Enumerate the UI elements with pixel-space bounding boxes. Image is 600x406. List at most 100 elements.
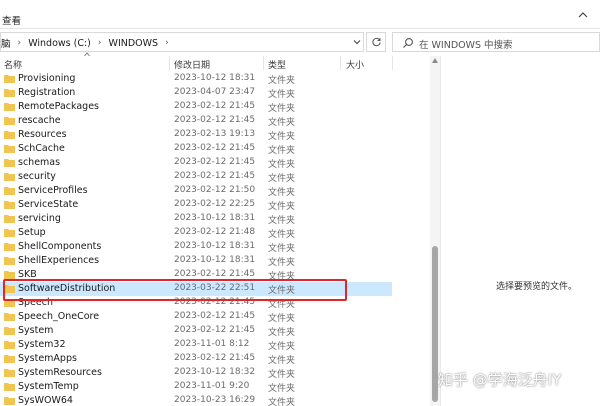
file-row[interactable]: ShellComponents 2023-10-12 18:31 文件夹 [0,240,392,254]
chevron-right-icon[interactable]: › [165,38,169,48]
file-row[interactable]: Provisioning 2023-10-12 18:31 文件夹 [0,72,392,86]
file-modified: 2023-02-12 21:45 [174,101,256,111]
file-type: 文件夹 [268,118,296,128]
file-modified: 2023-02-12 21:45 [174,157,256,167]
file-type: 文件夹 [268,258,296,268]
file-name: Provisioning [18,73,76,84]
file-name: SystemResources [18,367,102,378]
folder-icon [4,117,15,125]
folder-icon [4,89,15,97]
file-name: RemotePackages [18,101,99,112]
file-type: 文件夹 [268,202,296,212]
file-name: System32 [18,339,66,350]
chevron-down-icon[interactable] [351,36,363,48]
file-row[interactable]: SchCache 2023-02-12 21:45 文件夹 [0,142,392,156]
file-modified: 2023-10-23 16:29 [174,395,256,405]
column-divider[interactable] [263,56,264,70]
chevron-right-icon[interactable]: › [98,38,102,48]
chevron-up-icon[interactable] [576,8,590,22]
folder-icon [4,103,15,111]
file-type: 文件夹 [268,104,296,114]
column-name[interactable]: 名称 [4,58,22,71]
folder-icon [4,271,15,279]
file-modified: 2023-10-12 18:31 [174,255,256,265]
file-row[interactable]: System 2023-02-12 21:45 文件夹 [0,324,392,338]
folder-icon [4,201,15,209]
search-input[interactable]: 在 WINDOWS 中搜索 [419,37,513,51]
refresh-icon [372,37,381,47]
file-type: 文件夹 [268,188,296,198]
file-row[interactable]: rescache 2023-02-12 21:45 文件夹 [0,114,392,128]
folder-icon [4,159,15,167]
file-modified: 2023-11-01 9:20 [174,381,250,391]
file-row[interactable]: ServiceProfiles 2023-02-12 21:50 文件夹 [0,184,392,198]
file-modified: 2023-10-12 18:31 [174,241,256,251]
file-row[interactable]: Speech_OneCore 2023-02-12 21:45 文件夹 [0,310,392,324]
file-name: System [18,325,54,336]
file-row[interactable]: SystemResources 2023-10-12 18:32 文件夹 [0,366,392,380]
breadcrumb-this-pc[interactable]: 脑 [1,36,11,50]
file-row[interactable]: ShellExperiences 2023-10-12 18:31 文件夹 [0,254,392,268]
column-divider[interactable] [169,56,170,70]
file-row[interactable]: SystemTemp 2023-11-01 9:20 文件夹 [0,380,392,394]
file-modified: 2023-02-12 21:45 [174,115,256,125]
column-divider[interactable] [392,56,393,70]
file-row[interactable]: ServiceState 2023-02-12 22:25 文件夹 [0,198,392,212]
folder-icon [4,341,15,349]
file-name: SystemTemp [18,381,79,392]
file-row[interactable]: Setup 2023-02-12 21:48 文件夹 [0,226,392,240]
folder-icon [4,173,15,181]
address-bar[interactable]: 脑 › Windows (C:) › WINDOWS › [0,32,364,52]
file-type: 文件夹 [268,370,296,380]
file-modified: 2023-02-12 21:45 [174,171,256,181]
refresh-button[interactable] [366,32,386,52]
breadcrumb-c-drive[interactable]: Windows (C:) [28,38,91,49]
file-row[interactable]: RemotePackages 2023-02-12 21:45 文件夹 [0,100,392,114]
file-name: SysWOW64 [18,395,73,406]
file-type: 文件夹 [268,76,296,86]
file-row[interactable]: SystemApps 2023-02-12 21:45 文件夹 [0,352,392,366]
folder-icon [4,187,15,195]
file-modified: 2023-02-13 19:13 [174,129,256,139]
chevron-right-icon[interactable]: › [18,38,22,48]
file-row[interactable]: schemas 2023-02-12 21:45 文件夹 [0,156,392,170]
search-box[interactable]: 在 WINDOWS 中搜索 [392,32,600,52]
folder-icon [4,75,15,83]
watermark: 知乎 @学海泛舟IY [438,371,562,389]
file-type: 文件夹 [268,174,296,184]
folder-icon [4,397,15,405]
folder-icon [4,145,15,153]
file-type: 文件夹 [268,356,296,366]
file-row[interactable]: SysWOW64 2023-10-23 16:29 文件夹 [0,394,392,406]
folder-icon [4,313,15,321]
file-row[interactable]: System32 2023-11-01 8:12 文件夹 [0,338,392,352]
preview-divider[interactable] [440,56,441,406]
file-modified: 2023-10-12 18:32 [174,367,256,377]
file-name: SchCache [18,143,65,154]
search-icon [403,38,413,48]
breadcrumb-windows[interactable]: WINDOWS [109,38,159,49]
column-modified[interactable]: 修改日期 [174,58,210,71]
column-size[interactable]: 大小 [346,58,364,71]
file-type: 文件夹 [268,132,296,142]
file-modified: 2023-11-01 8:12 [174,339,250,349]
column-divider[interactable] [340,56,341,70]
file-row[interactable]: security 2023-02-12 21:45 文件夹 [0,170,392,184]
view-menu[interactable]: 查看 [2,13,21,27]
file-row[interactable]: Resources 2023-02-13 19:13 文件夹 [0,128,392,142]
file-name: SystemApps [18,353,77,364]
column-type[interactable]: 类型 [268,58,286,71]
folder-icon [4,369,15,377]
folder-icon [4,131,15,139]
file-row[interactable]: servicing 2023-10-12 18:31 文件夹 [0,212,392,226]
scrollbar[interactable] [430,56,440,406]
scroll-up-icon[interactable] [432,58,438,63]
file-modified: 2023-02-12 21:45 [174,311,256,321]
file-type: 文件夹 [268,342,296,352]
file-type: 文件夹 [268,146,296,156]
column-header: 名称 修改日期 类型 大小 [0,56,430,71]
folder-icon [4,243,15,251]
file-row[interactable]: Registration 2023-04-07 23:47 文件夹 [0,86,392,100]
ribbon-strip: 查看 [0,0,600,28]
preview-message: 选择要预览的文件。 [496,282,578,292]
